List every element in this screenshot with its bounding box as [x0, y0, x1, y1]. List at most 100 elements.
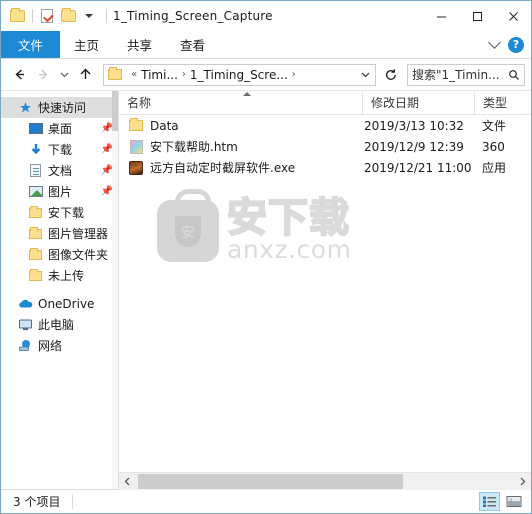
watermark-url: anxz.com [227, 234, 352, 264]
sidebar-item-quick-access[interactable]: 快速访问 [1, 97, 118, 118]
sidebar-item-label: 文档 [48, 164, 73, 178]
breadcrumb-separator-0: › [181, 69, 186, 80]
minimize-button[interactable] [423, 1, 459, 31]
sidebar-item-onedrive[interactable]: OneDrive [1, 293, 118, 314]
maximize-button[interactable] [459, 1, 495, 31]
file-type: 文件 [482, 119, 507, 133]
item-count-label: 3 个项目 [13, 495, 61, 509]
sidebar-item-pictures[interactable]: 图片 📌 [1, 181, 118, 202]
sidebar-item-label: 安下载 [48, 206, 85, 220]
folder-icon [27, 247, 44, 263]
status-bar: 3 个项目 [1, 489, 531, 513]
column-header-date[interactable]: 修改日期 [362, 91, 474, 114]
help-icon[interactable]: ? [508, 36, 524, 53]
sidebar-item-image-folder[interactable]: 图像文件夹 [1, 244, 118, 265]
chevron-down-icon[interactable] [357, 70, 373, 79]
scroll-left-icon[interactable] [119, 472, 136, 490]
back-button[interactable] [7, 63, 31, 87]
up-button[interactable] [73, 63, 97, 87]
watermark: 安 安下载 anxz.com [157, 183, 377, 279]
file-date: 2019/12/9 12:39 [364, 139, 464, 154]
breadcrumb[interactable]: « Timi... › 1_Timing_Scre... › [103, 63, 376, 86]
title-bar: 1_Timing_Screen_Capture [1, 1, 531, 31]
ribbon-tab-bar: 文件 主页 共享 查看 ? [1, 31, 531, 59]
status-divider [72, 494, 74, 509]
refresh-button[interactable] [380, 64, 402, 86]
file-date: 2019/3/13 10:32 [364, 118, 464, 133]
star-pin-icon [17, 100, 34, 116]
breadcrumb-overflow[interactable]: « [131, 69, 137, 80]
this-pc-icon [17, 317, 34, 333]
table-row[interactable]: Data 2019/3/13 10:32 文件 [119, 115, 531, 136]
new-folder-icon[interactable] [58, 6, 78, 26]
file-name: 安下载帮助.htm [150, 140, 238, 154]
onedrive-icon [17, 296, 34, 312]
sidebar-item-desktop[interactable]: 桌面 📌 [1, 118, 118, 139]
documents-icon [27, 163, 44, 179]
network-icon [17, 338, 34, 354]
search-input[interactable]: 搜索"1_Timin... [407, 63, 525, 86]
table-row[interactable]: 远方自动定时截屏软件.exe 2019/12/21 11:00 应用 [119, 157, 531, 178]
folder-icon [7, 6, 27, 26]
sort-ascending-icon [243, 92, 251, 96]
properties-icon[interactable] [37, 6, 57, 26]
watermark-brand: 安下载 [226, 194, 350, 241]
table-row[interactable]: 安下载帮助.htm 2019/12/9 12:39 360 [119, 136, 531, 157]
search-icon [509, 69, 520, 80]
sidebar-item-label: 桌面 [48, 122, 73, 136]
navigation-pane: 快速访问 桌面 📌 下载 📌 文档 📌 图片 📌 安下载 图片管理器 图像文件夹… [1, 91, 119, 489]
column-header-name[interactable]: 名称 [119, 91, 362, 114]
sidebar-scrollbar-thumb[interactable] [112, 91, 118, 131]
sidebar-scrollbar[interactable] [112, 91, 118, 489]
file-rows: 安 安下载 anxz.com Data 2019/3/13 10:32 文件 安… [119, 115, 531, 472]
breadcrumb-separator-1: › [291, 69, 296, 80]
sidebar-item-anxiazai[interactable]: 安下载 [1, 202, 118, 223]
file-list-pane: 名称 修改日期 类型 安 安下载 anxz.com Data 2019/3/13… [119, 91, 531, 490]
customize-caret-icon[interactable] [79, 6, 99, 26]
breadcrumb-item-1[interactable]: 1_Timing_Scre... [190, 68, 288, 82]
sidebar-item-this-pc[interactable]: 此电脑 [1, 314, 118, 335]
recent-locations-button[interactable] [55, 63, 73, 87]
close-button[interactable] [495, 1, 531, 31]
forward-button[interactable] [31, 63, 55, 87]
sidebar-item-network[interactable]: 网络 [1, 335, 118, 356]
horizontal-scrollbar[interactable] [119, 472, 531, 490]
watermark-text: 安下载 anxz.com [226, 194, 352, 264]
sidebar-item-label: 图片管理器 [48, 227, 109, 241]
desktop-icon [27, 121, 44, 137]
tab-share[interactable]: 共享 [113, 31, 166, 58]
scrollbar-thumb[interactable] [138, 473, 403, 489]
tab-home[interactable]: 主页 [60, 31, 113, 58]
chevron-down-icon[interactable] [488, 36, 501, 49]
address-bar: « Timi... › 1_Timing_Scre... › 搜索"1_Timi… [1, 59, 531, 90]
download-icon [27, 142, 44, 158]
column-header-type[interactable]: 类型 [474, 91, 531, 114]
folder-icon [27, 205, 44, 221]
scrollbar-track[interactable] [136, 472, 514, 490]
pictures-icon [27, 184, 44, 200]
title-divider [106, 9, 107, 23]
column-header-row: 名称 修改日期 类型 [119, 91, 531, 115]
sidebar-item-label: 下载 [48, 143, 73, 157]
html-file-icon [127, 139, 145, 155]
tab-file[interactable]: 文件 [1, 31, 61, 58]
large-icons-view-button[interactable] [503, 492, 524, 511]
sidebar-item-documents[interactable]: 文档 📌 [1, 160, 118, 181]
sidebar-item-not-uploaded[interactable]: 未上传 [1, 265, 118, 286]
sidebar-item-picture-manager[interactable]: 图片管理器 [1, 223, 118, 244]
details-view-button[interactable] [479, 492, 500, 511]
watermark-shield-char: 安 [175, 216, 201, 247]
folder-icon [108, 67, 122, 80]
explorer-window: 1_Timing_Screen_Capture 文件 主页 共享 查看 ? « … [0, 0, 532, 514]
sidebar-item-label: 图片 [48, 185, 73, 199]
file-name: 远方自动定时截屏软件.exe [150, 161, 296, 175]
view-toggle-group [479, 492, 531, 511]
sidebar-item-downloads[interactable]: 下载 📌 [1, 139, 118, 160]
scroll-right-icon[interactable] [514, 472, 531, 490]
breadcrumb-item-0[interactable]: Timi... [141, 68, 178, 82]
file-name: Data [150, 118, 179, 133]
toolbar-divider [32, 9, 33, 23]
file-type: 应用 [482, 161, 507, 175]
tab-view[interactable]: 查看 [166, 31, 219, 58]
